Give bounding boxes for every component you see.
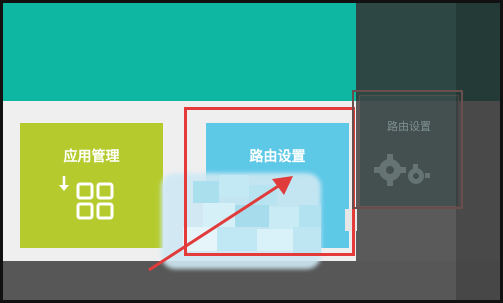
highlight-box — [184, 107, 355, 256]
screenshot-frame: 应用管理 路由设置 路由设置 — [0, 0, 503, 303]
dimmed-highlight-box — [352, 90, 463, 209]
app-management-label: 应用管理 — [63, 149, 120, 165]
apps-grid-icon — [59, 176, 114, 220]
header-band — [3, 3, 356, 101]
download-arrow-icon — [59, 176, 69, 191]
app-management-tile[interactable]: 应用管理 — [20, 123, 163, 248]
